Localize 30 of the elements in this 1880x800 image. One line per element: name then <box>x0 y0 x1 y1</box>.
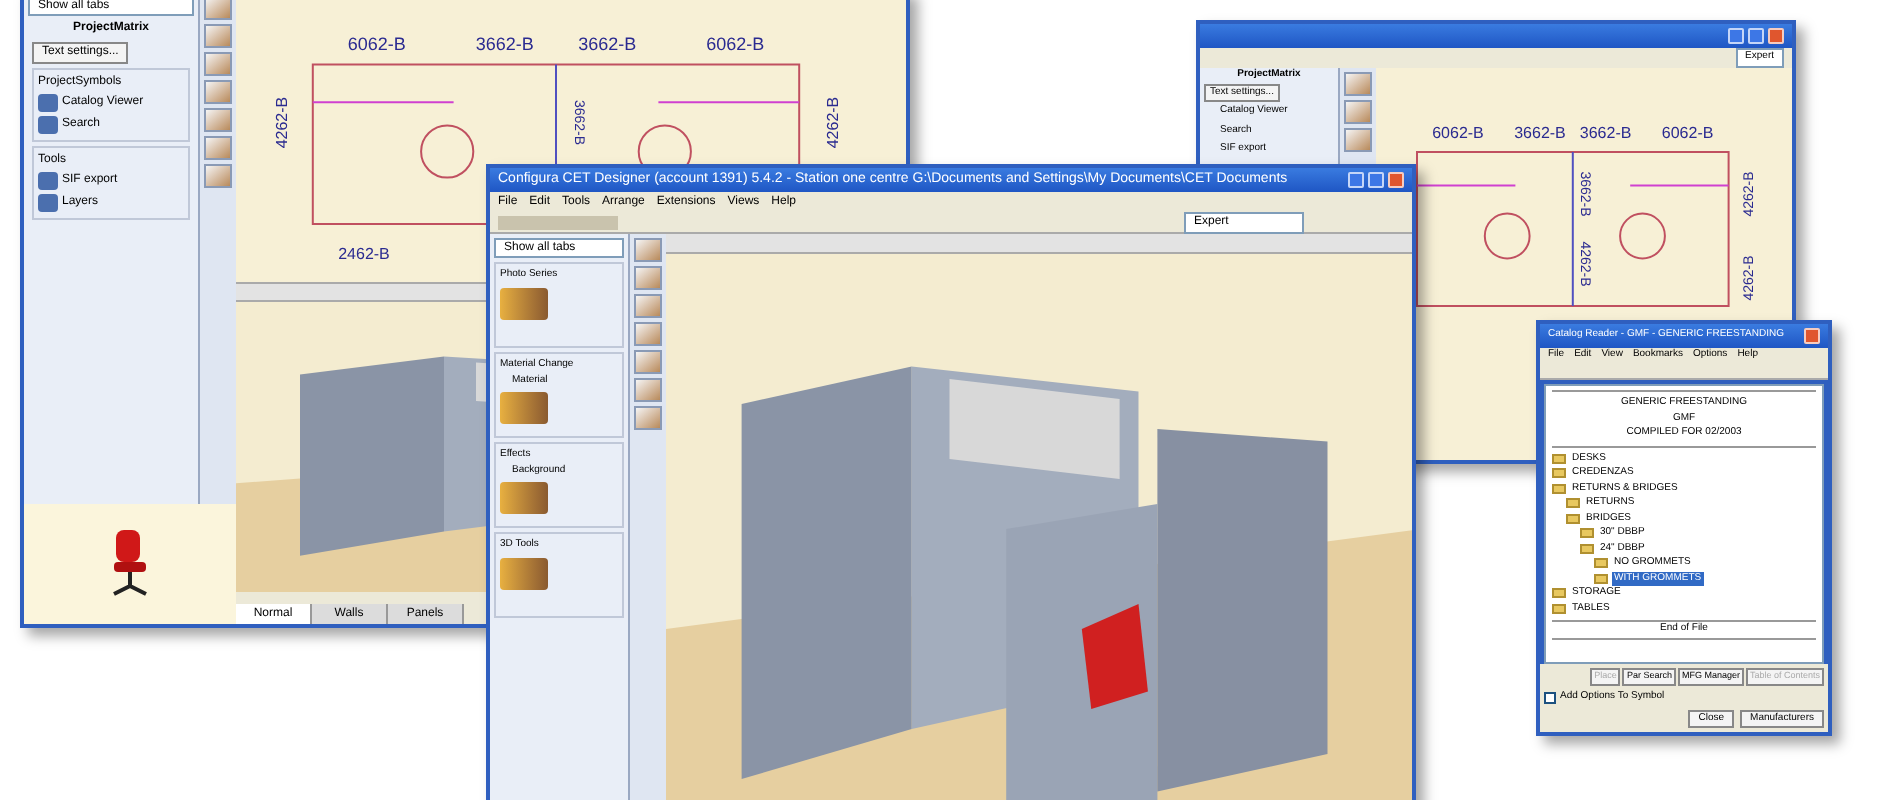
tool-tab-icon[interactable] <box>204 80 232 104</box>
tool-icon[interactable] <box>500 392 548 424</box>
tool-tab-icon[interactable] <box>204 136 232 160</box>
tool-tab-icon[interactable] <box>204 0 232 20</box>
close-icon[interactable] <box>1768 28 1784 44</box>
tool-icon[interactable] <box>500 557 548 589</box>
minimize-icon[interactable] <box>1728 28 1744 44</box>
tool-tab-icon[interactable] <box>634 350 662 374</box>
tool-tab-icon[interactable] <box>1344 72 1372 96</box>
maximize-icon[interactable] <box>1368 172 1384 188</box>
checkbox[interactable] <box>1544 691 1556 704</box>
tool-tab-icon[interactable] <box>634 238 662 262</box>
tool-tab-icon[interactable] <box>204 24 232 48</box>
tool-tab-icon[interactable] <box>634 378 662 402</box>
tool-icon[interactable] <box>500 287 548 319</box>
close-icon[interactable] <box>1388 172 1404 188</box>
tool-tab-icon[interactable] <box>634 322 662 346</box>
tool-tab-icon[interactable] <box>634 266 662 290</box>
tool-tab-icon[interactable] <box>204 52 232 76</box>
close-icon[interactable] <box>1804 328 1820 344</box>
office-chair-icon <box>108 530 152 598</box>
tool-tab-icon[interactable] <box>634 406 662 430</box>
tool-tab-icon[interactable] <box>634 294 662 318</box>
tool-tab-icon[interactable] <box>1344 100 1372 124</box>
tool-icon[interactable] <box>500 482 548 514</box>
minimize-icon[interactable] <box>1348 172 1364 188</box>
tool-tab-icon[interactable] <box>204 164 232 188</box>
tool-tab-icon[interactable] <box>204 108 232 132</box>
maximize-icon[interactable] <box>1748 28 1764 44</box>
tool-tab-icon[interactable] <box>1344 128 1372 152</box>
